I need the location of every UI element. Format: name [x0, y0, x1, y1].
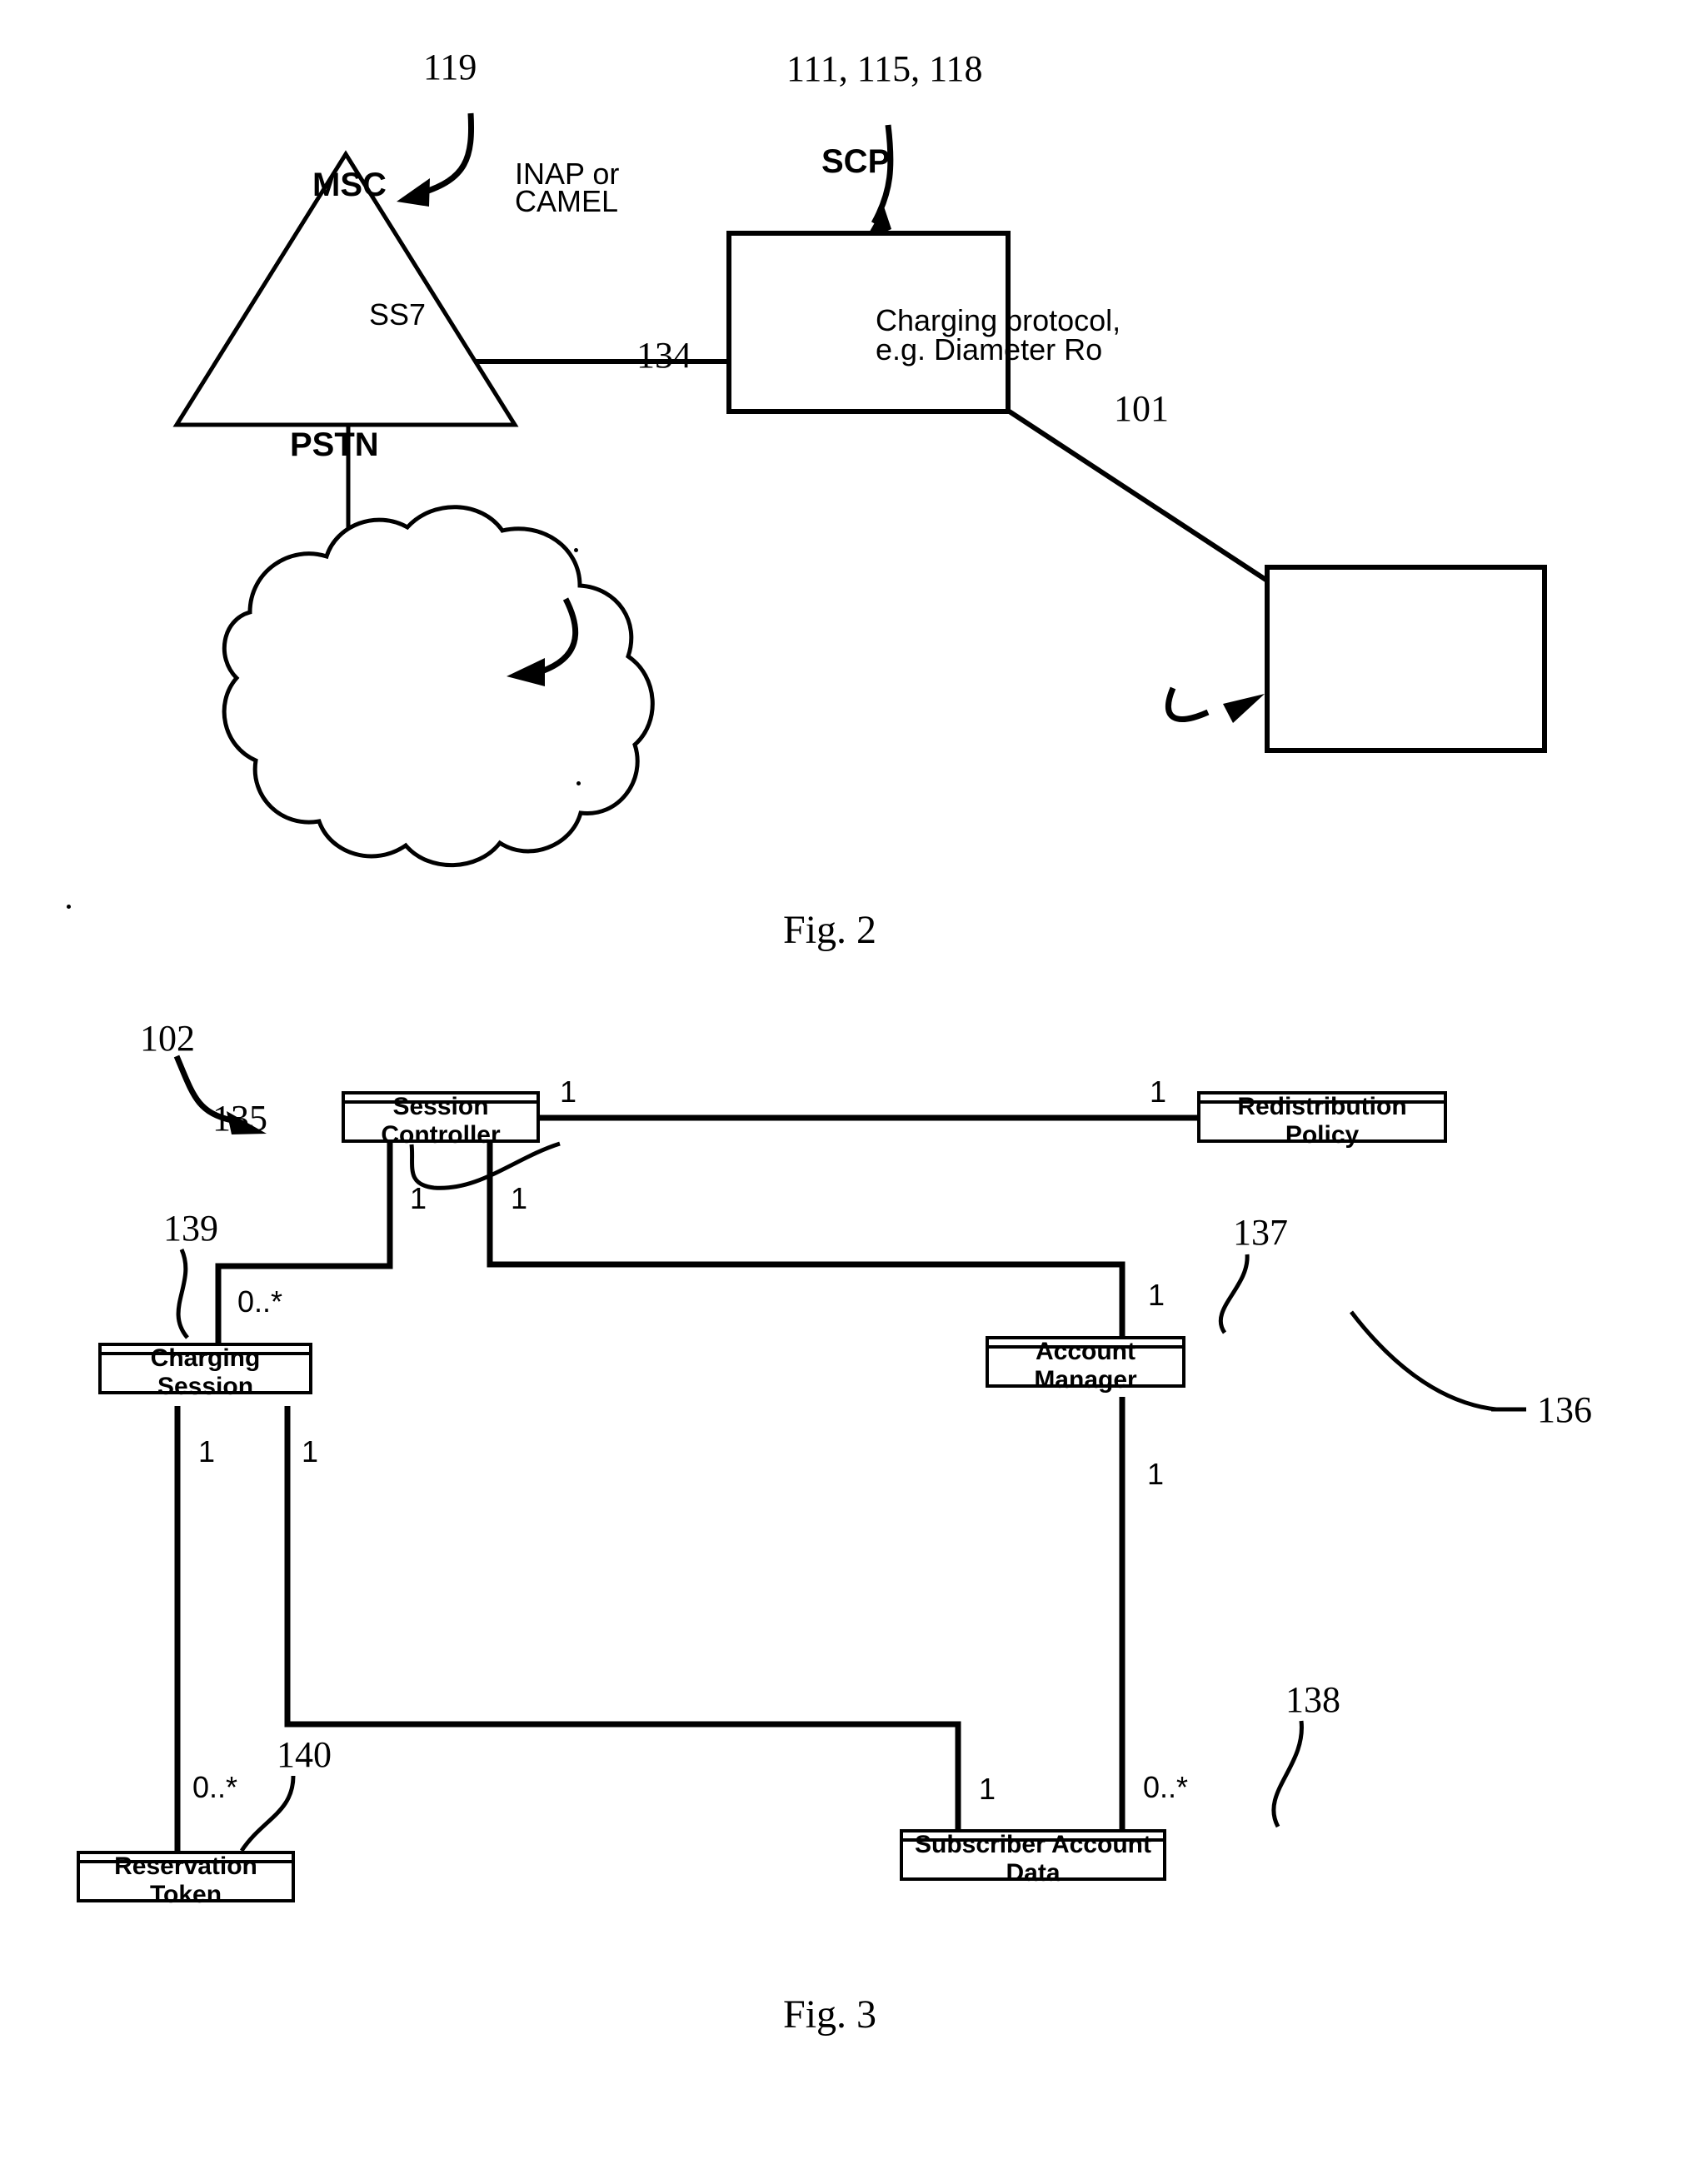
multiplicity-reservation-token-top: 0..* [192, 1770, 238, 1804]
multiplicity-session-controller-down-right: 1 [511, 1181, 528, 1215]
reference-numeral-119: 119 [423, 47, 477, 87]
uml-class-account-manager[interactable]: Account Manager [986, 1336, 1185, 1394]
multiplicity-charging-session-top: 0..* [237, 1284, 283, 1319]
multiplicity-charging-session-down-left: 1 [198, 1434, 216, 1468]
uml-class-name: Subscriber Account Data [915, 1831, 1151, 1887]
multiplicity-session-controller-right: 1 [560, 1075, 577, 1109]
reference-numeral-139: 139 [163, 1208, 218, 1249]
uml-class-redistribution-policy[interactable]: Redistribution Policy [1197, 1091, 1447, 1149]
scan-speckle [67, 905, 71, 909]
reference-numeral-135: 135 [212, 1098, 267, 1139]
reference-numeral-140: 140 [277, 1734, 332, 1775]
multiplicity-account-manager-down: 1 [1147, 1457, 1165, 1491]
figure-2-caption: Fig. 2 [783, 908, 877, 952]
uml-class-name: Reservation Token [114, 1852, 257, 1908]
uml-class-name: Charging Session [150, 1344, 261, 1400]
uml-class-session-controller[interactable]: Session Controller [342, 1091, 540, 1149]
uml-class-name: Session Controller [381, 1093, 501, 1149]
inap-camel-link-label-line2: CAMEL [515, 184, 619, 218]
uml-class-name: Redistribution Policy [1237, 1093, 1407, 1149]
uml-class-name: Account Manager [1034, 1338, 1137, 1394]
reference-numeral-136: 136 [1537, 1389, 1592, 1430]
reference-numeral-137: 137 [1233, 1212, 1288, 1253]
uml-class-subscriber-account-data[interactable]: Subscriber Account Data [900, 1829, 1166, 1887]
pstn-node-label: PSTN [290, 426, 379, 463]
patent-drawing-sheet: MSC SCP PSTN 119 111, 115, 118 134 101 I… [0, 0, 1687, 2184]
msc-node-label: MSC [312, 167, 387, 203]
reference-numeral-102: 102 [140, 1018, 195, 1059]
multiplicity-account-manager-top: 1 [1148, 1278, 1165, 1312]
reference-numeral-134: 134 [636, 335, 691, 376]
reference-numeral-101: 101 [1114, 388, 1169, 429]
multiplicity-session-controller-down-left: 1 [410, 1181, 427, 1215]
multiplicity-subscriber-account-right: 0..* [1143, 1770, 1189, 1804]
uml-class-charging-session[interactable]: Charging Session [98, 1343, 312, 1400]
uml-class-reservation-token[interactable]: Reservation Token [77, 1851, 295, 1908]
reference-numeral-138: 138 [1285, 1679, 1340, 1720]
scp-node-label: SCP [821, 143, 891, 180]
charging-protocol-label-line2: e.g. Diameter Ro [876, 332, 1103, 366]
multiplicity-charging-session-down-right: 1 [302, 1434, 319, 1468]
multiplicity-redistribution-policy-left: 1 [1150, 1075, 1167, 1109]
scan-speckle [576, 781, 581, 785]
reference-numeral-111-115-118: 111, 115, 118 [786, 48, 983, 89]
multiplicity-subscriber-account-left: 1 [979, 1772, 996, 1806]
scan-speckle [574, 548, 578, 552]
figure-3-caption: Fig. 3 [783, 1992, 877, 2037]
ss7-link-label: SS7 [369, 297, 427, 332]
